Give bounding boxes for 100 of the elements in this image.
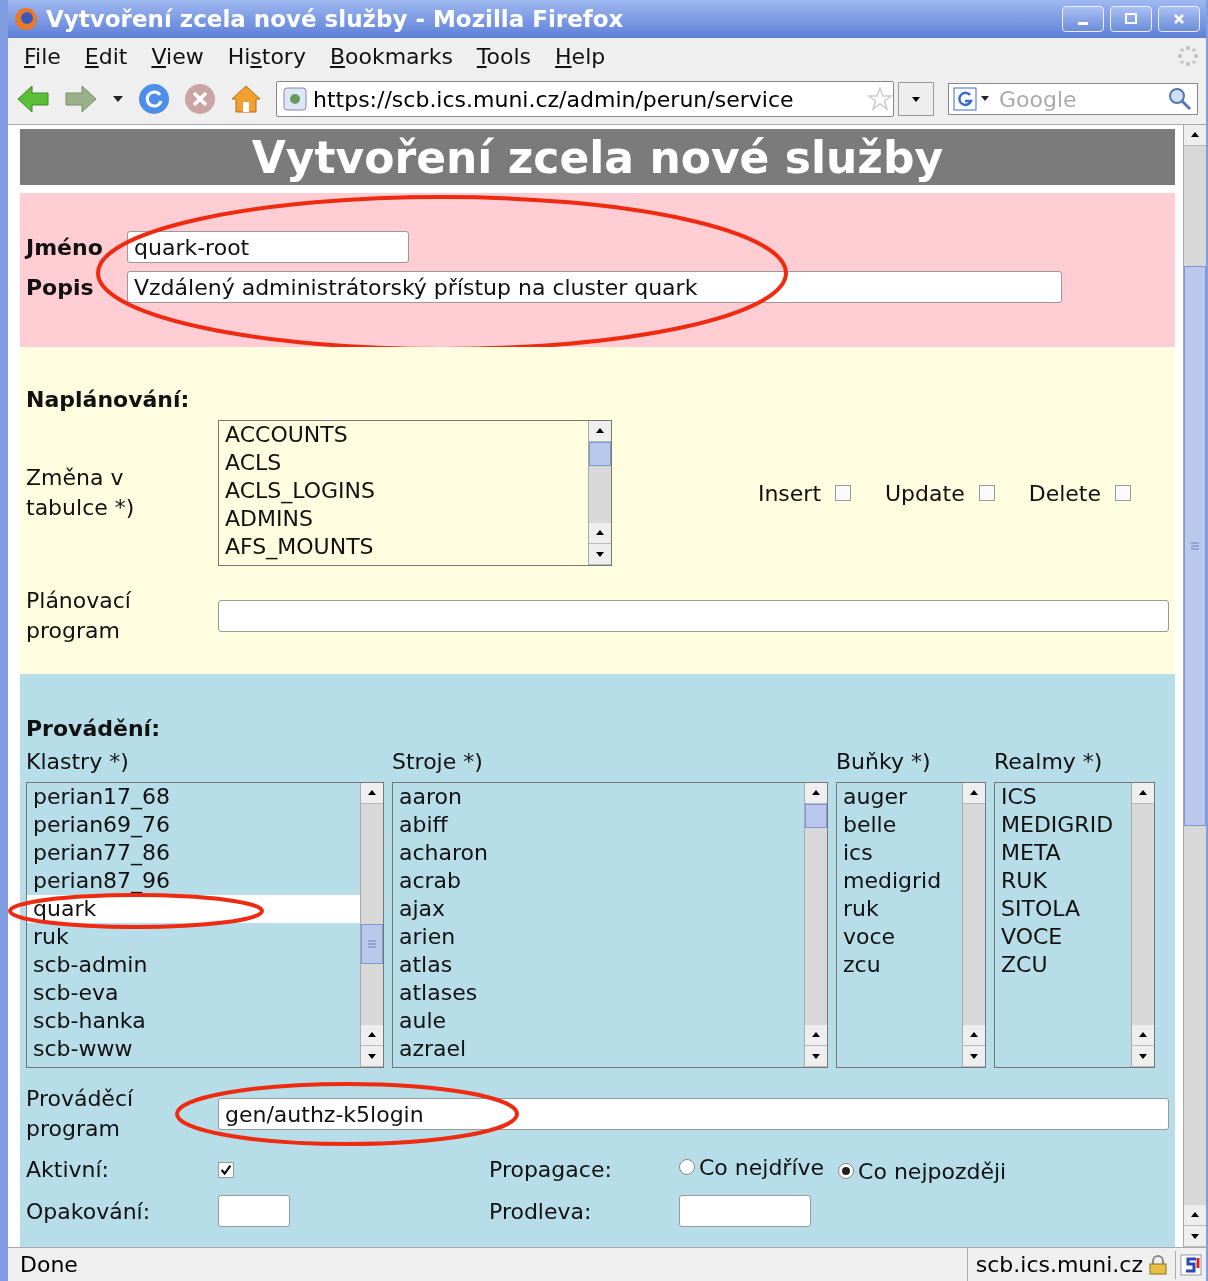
search-field[interactable]: Google <box>997 85 1151 113</box>
scroll-down-button[interactable] <box>805 1046 827 1067</box>
list-option[interactable]: ICS <box>1001 783 1131 811</box>
stop-icon[interactable] <box>184 83 216 115</box>
scroll-up-button[interactable] <box>1132 1025 1154 1046</box>
list-option[interactable]: perian77_86 <box>33 839 360 867</box>
list-box[interactable]: perian17_68 perian69_76 perian77_86 perian87_96 quark ruk scb-admin scb-eva scb-hanka scb-www <box>26 782 384 1068</box>
scroll-down-button[interactable] <box>1132 1046 1154 1067</box>
close-button[interactable] <box>1158 6 1200 32</box>
list-option[interactable]: auger <box>843 783 962 811</box>
scroll-up-button[interactable] <box>361 783 383 804</box>
forward-icon[interactable] <box>64 84 98 114</box>
maximize-button[interactable] <box>1110 6 1152 32</box>
scrollbar-thumb[interactable] <box>1184 266 1206 826</box>
list-option[interactable]: ADMINS <box>225 505 588 533</box>
scrollbar[interactable] <box>1131 783 1154 1067</box>
list-option[interactable]: ruk <box>843 895 962 923</box>
list-option[interactable]: ics <box>843 839 962 867</box>
scroll-up-button[interactable] <box>589 421 611 442</box>
scroll-down-button[interactable] <box>963 1046 985 1067</box>
description-field[interactable]: Vzdálený administrátorský přístup na cluster quark <box>127 271 1062 303</box>
scrollbar[interactable] <box>962 783 985 1067</box>
menu-item[interactable]: Edit <box>74 43 142 69</box>
checkbox[interactable] <box>218 1161 234 1178</box>
search-bar[interactable]: Google <box>948 83 1198 115</box>
list-option[interactable]: ACLS_LOGINS <box>225 477 588 505</box>
menu-item[interactable]: Tools <box>466 43 546 69</box>
list-option[interactable]: SITOLA <box>1001 895 1131 923</box>
scrollbar-thumb[interactable] <box>589 442 611 466</box>
scroll-up-button[interactable] <box>1184 1205 1206 1226</box>
scroll-up-button[interactable] <box>1132 783 1154 804</box>
list-box[interactable]: auger belle ics medigrid ruk voce zcu <box>836 782 986 1068</box>
list-option[interactable]: perian69_76 <box>33 811 360 839</box>
list-option[interactable]: scb-hanka <box>33 1007 360 1035</box>
scroll-down-button[interactable] <box>589 544 611 565</box>
list-option[interactable]: abiff <box>399 811 804 839</box>
list-option[interactable]: zcu <box>843 951 962 979</box>
list-option[interactable]: ACLS <box>225 449 588 477</box>
back-icon[interactable] <box>16 84 50 114</box>
list-option[interactable]: aaron <box>399 783 804 811</box>
list-option[interactable]: atlas <box>399 951 804 979</box>
name-field[interactable]: quark-root <box>127 231 409 263</box>
list-option[interactable]: azrael <box>399 1035 804 1063</box>
radio-option[interactable]: Co nejdříve <box>679 1154 825 1180</box>
scroll-up-button[interactable] <box>1184 125 1206 146</box>
minimize-button[interactable] <box>1062 6 1104 32</box>
list-option[interactable]: ajax <box>399 895 804 923</box>
menu-item[interactable]: File <box>14 43 75 69</box>
scroll-up-button[interactable] <box>361 1025 383 1046</box>
list-option[interactable]: META <box>1001 839 1131 867</box>
list-option[interactable]: acrab <box>399 867 804 895</box>
checkbox[interactable] <box>978 485 995 501</box>
list-option[interactable]: belle <box>843 811 962 839</box>
program-field[interactable]: gen/authz-k5login <box>218 1098 1169 1130</box>
search-icon[interactable] <box>1167 86 1193 112</box>
menu-item[interactable]: Bookmarks <box>319 43 467 69</box>
list-option[interactable]: ruk <box>33 923 360 951</box>
list-option[interactable]: ACCOUNTS <box>225 421 588 449</box>
list-option[interactable]: acharon <box>399 839 804 867</box>
radio-option[interactable]: Co nejpozději <box>838 1158 1007 1184</box>
dropdown-button[interactable] <box>898 82 934 116</box>
checkbox[interactable] <box>835 485 851 501</box>
scroll-up-button[interactable] <box>963 783 985 804</box>
reload-icon[interactable] <box>138 83 170 115</box>
scrollbar[interactable] <box>804 783 827 1067</box>
list-option[interactable]: ZCU <box>1001 951 1131 979</box>
checkbox[interactable] <box>1115 485 1131 501</box>
list-option[interactable]: atlases <box>399 979 804 1007</box>
repeat-field[interactable] <box>218 1195 290 1227</box>
delay-field[interactable] <box>679 1195 811 1227</box>
scrollbar[interactable] <box>360 783 383 1067</box>
scrollbar-thumb[interactable] <box>361 924 383 964</box>
list-option[interactable]: medigrid <box>843 867 962 895</box>
scrollbar[interactable] <box>1183 125 1206 1247</box>
scroll-down-button[interactable] <box>1184 1226 1206 1247</box>
list-option[interactable]: MEDIGRID <box>1001 811 1131 839</box>
caret-icon[interactable] <box>112 94 124 104</box>
scrollbar-thumb[interactable] <box>805 804 827 828</box>
list-option[interactable]: perian17_68 <box>33 783 360 811</box>
scroll-up-button[interactable] <box>805 1025 827 1046</box>
scroll-up-button[interactable] <box>963 1025 985 1046</box>
list-option[interactable]: aule <box>399 1007 804 1035</box>
list-option[interactable]: scb-eva <box>33 979 360 1007</box>
scheduler-field[interactable] <box>218 600 1169 632</box>
home-icon[interactable] <box>230 83 262 115</box>
list-option[interactable]: scb-admin <box>33 951 360 979</box>
scrollbar[interactable] <box>588 421 611 565</box>
menu-item[interactable]: Help <box>545 43 620 69</box>
star-icon[interactable] <box>867 86 893 112</box>
scroll-up-button[interactable] <box>589 523 611 544</box>
scroll-down-button[interactable] <box>361 1046 383 1067</box>
list-option[interactable]: RUK <box>1001 867 1131 895</box>
list-option[interactable]: scb-www <box>33 1035 360 1063</box>
list-option[interactable]: voce <box>843 923 962 951</box>
scroll-up-button[interactable] <box>805 783 827 804</box>
menu-item[interactable]: History <box>217 43 320 69</box>
list-option[interactable]: AFS_MOUNTS <box>225 533 588 561</box>
list-box[interactable]: aaron abiff acharon acrab ajax arien atlas atlases aule azrael <box>392 782 828 1068</box>
list-option[interactable]: arien <box>399 923 804 951</box>
list-option[interactable]: perian87_96 <box>33 867 360 895</box>
